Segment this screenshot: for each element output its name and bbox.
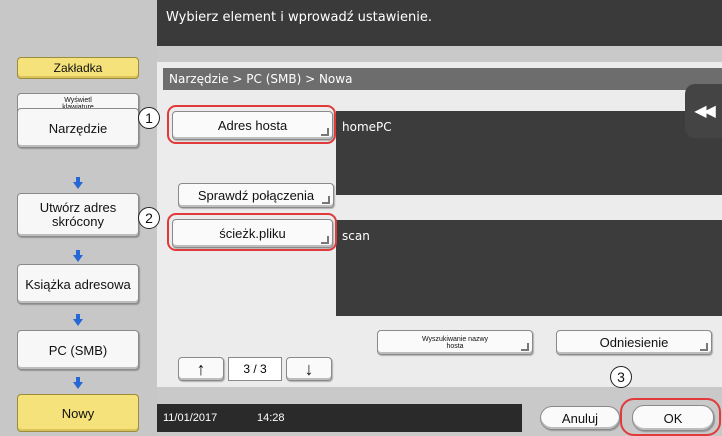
step-tool-button[interactable]: Narzędzie bbox=[17, 108, 139, 148]
step-pc-smb-label: PC (SMB) bbox=[48, 342, 108, 358]
bookmark-label: Zakładka bbox=[53, 61, 103, 75]
reference-label: Odniesienie bbox=[599, 335, 669, 350]
arrow-up-icon: ↑ bbox=[196, 358, 206, 379]
arrow-down-icon: ↓ bbox=[304, 358, 314, 379]
step-new-label: Nowy bbox=[61, 405, 95, 421]
date-text: 11/01/2017 bbox=[163, 412, 218, 424]
time-text: 14:28 bbox=[257, 412, 285, 424]
step-marker-2: 2 bbox=[138, 207, 160, 229]
page-indicator: 3 / 3 bbox=[228, 357, 282, 381]
reference-button[interactable]: Odniesienie bbox=[556, 330, 712, 355]
instruction-message: Wybierz element i wprowadź ustawienie. bbox=[166, 10, 432, 25]
cancel-label: Anuluj bbox=[561, 410, 599, 426]
check-connection-button[interactable]: Sprawdź połączenia bbox=[178, 183, 334, 208]
step-marker-2-label: 2 bbox=[145, 210, 153, 226]
cancel-button[interactable]: Anuluj bbox=[540, 406, 620, 430]
step-marker-3-label: 3 bbox=[617, 369, 625, 385]
arrow-down-icon bbox=[73, 377, 83, 389]
step-create-address-button[interactable]: Utwórz adres skrócony bbox=[17, 193, 139, 237]
arrow-down-icon bbox=[73, 314, 83, 326]
page-up-button[interactable]: ↑ bbox=[178, 357, 224, 381]
pager: ↑ 3 / 3 ↓ bbox=[178, 355, 334, 384]
host-value: homePC bbox=[342, 120, 392, 134]
status-bar: 11/01/2017 14:28 bbox=[157, 404, 522, 432]
corner-icon bbox=[322, 196, 330, 204]
breadcrumb: Narzędzie > PC (SMB) > Nowa bbox=[163, 68, 722, 90]
step-new-button[interactable]: Nowy bbox=[17, 394, 139, 432]
step-marker-1: 1 bbox=[138, 107, 160, 129]
highlight-frame-path bbox=[167, 213, 337, 251]
arrow-down-icon bbox=[73, 177, 83, 189]
page-down-button[interactable]: ↓ bbox=[286, 357, 332, 381]
step-marker-3: 3 bbox=[610, 366, 632, 388]
step-address-book-button[interactable]: Książka adresowa bbox=[17, 264, 139, 304]
bookmark-button[interactable]: Zakładka bbox=[17, 57, 139, 79]
rewind-tab[interactable]: ◀◀ bbox=[685, 84, 722, 138]
step-create-address-label: Utwórz adres skrócony bbox=[39, 200, 117, 229]
header-bar: Wybierz element i wprowadź ustawienie. bbox=[157, 0, 722, 46]
breadcrumb-text: Narzędzie > PC (SMB) > Nowa bbox=[169, 72, 353, 86]
rewind-icon: ◀◀ bbox=[694, 103, 716, 120]
step-address-book-label: Książka adresowa bbox=[25, 276, 131, 292]
highlight-frame-ok bbox=[620, 398, 721, 436]
file-path-field[interactable]: scan bbox=[336, 220, 722, 316]
step-pc-smb-button[interactable]: PC (SMB) bbox=[17, 330, 139, 370]
search-host-name-button[interactable]: Wyszukiwanie nazwy hosta bbox=[377, 330, 533, 355]
search-host-name-label: Wyszukiwanie nazwy hosta bbox=[421, 335, 489, 350]
page-number: 3 / 3 bbox=[243, 362, 267, 376]
arrow-down-icon bbox=[73, 250, 83, 262]
step-tool-label: Narzędzie bbox=[48, 120, 108, 136]
host-field[interactable]: homePC bbox=[336, 111, 722, 195]
highlight-frame-host bbox=[167, 105, 336, 144]
corner-icon bbox=[521, 343, 529, 351]
step-marker-1-label: 1 bbox=[145, 110, 153, 126]
corner-icon bbox=[700, 343, 708, 351]
file-path-value: scan bbox=[342, 229, 370, 243]
check-connection-label: Sprawdź połączenia bbox=[197, 188, 315, 203]
